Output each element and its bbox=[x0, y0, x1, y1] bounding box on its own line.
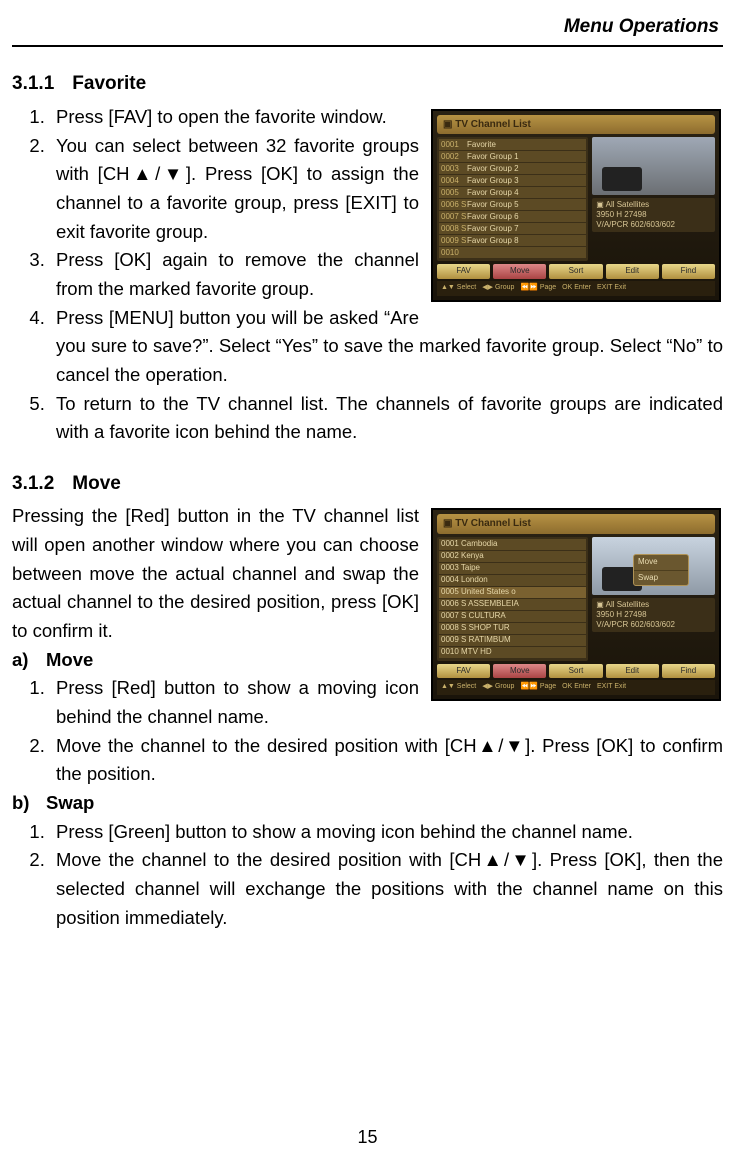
figure-favorite-screenshot: ▣ TV Channel List 0001Favorite 0002Favor… bbox=[431, 109, 721, 302]
heading-number: 3.1.2 bbox=[12, 473, 54, 494]
sort-button: Sort bbox=[549, 264, 602, 278]
hint-bar: ▲▼ Select◀▶ Group⏪⏩ PageOK EnterEXIT Exi… bbox=[437, 281, 715, 296]
page-header: Menu Operations bbox=[12, 12, 723, 41]
list-item: To return to the TV channel list. The ch… bbox=[50, 390, 723, 447]
figure-move-screenshot: ▣ TV Channel List 0001 Cambodia 0002 Ken… bbox=[431, 508, 721, 701]
signal-info: ▣ All Satellites 3950 H 27498 V/A/PCR 60… bbox=[592, 198, 715, 232]
list-item: Move the channel to the desired position… bbox=[50, 846, 723, 932]
sub-label: b) bbox=[12, 789, 46, 818]
fav-button: FAV bbox=[437, 264, 490, 278]
find-button: Find bbox=[662, 264, 715, 278]
channel-list: 0001Favorite 0002Favor Group 1 0003Favor… bbox=[437, 137, 588, 261]
heading-text: Move bbox=[72, 473, 121, 494]
button-bar: FAV Move Sort Edit Find bbox=[437, 664, 715, 678]
button-bar: FAV Move Sort Edit Find bbox=[437, 264, 715, 278]
page-number: 15 bbox=[0, 1124, 735, 1152]
header-rule bbox=[12, 45, 723, 47]
move-b-steps: Press [Green] button to show a moving ic… bbox=[12, 818, 723, 933]
hint-bar: ▲▼ Select◀▶ Group⏪⏩ PageOK EnterEXIT Exi… bbox=[437, 680, 715, 695]
heading-move: 3.1.2 Move bbox=[12, 469, 723, 498]
sub-title: Swap bbox=[46, 792, 94, 813]
heading-number: 3.1.1 bbox=[12, 73, 54, 94]
preview-pane bbox=[592, 137, 715, 195]
tv-window-title: ▣ TV Channel List bbox=[437, 514, 715, 534]
signal-info: ▣ All Satellites 3950 H 27498 V/A/PCR 60… bbox=[592, 598, 715, 632]
find-button: Find bbox=[662, 664, 715, 678]
tv-window-title: ▣ TV Channel List bbox=[437, 115, 715, 135]
move-button: Move bbox=[493, 664, 546, 678]
sort-button: Sort bbox=[549, 664, 602, 678]
move-swap-popup: Move Swap bbox=[633, 554, 689, 586]
edit-button: Edit bbox=[606, 264, 659, 278]
heading-text: Favorite bbox=[72, 73, 146, 94]
list-item: Press [Green] button to show a moving ic… bbox=[50, 818, 723, 847]
list-item: Move the channel to the desired position… bbox=[50, 732, 723, 789]
list-item: Press [MENU] button you will be asked “A… bbox=[50, 304, 723, 390]
heading-favorite: 3.1.1 Favorite bbox=[12, 69, 723, 98]
fav-button: FAV bbox=[437, 664, 490, 678]
sub-swap: b)Swap bbox=[12, 789, 723, 818]
sub-title: Move bbox=[46, 649, 93, 670]
edit-button: Edit bbox=[606, 664, 659, 678]
channel-list: 0001 Cambodia 0002 Kenya 0003 Taipe 0004… bbox=[437, 537, 588, 661]
sub-label: a) bbox=[12, 646, 46, 675]
move-button: Move bbox=[493, 264, 546, 278]
